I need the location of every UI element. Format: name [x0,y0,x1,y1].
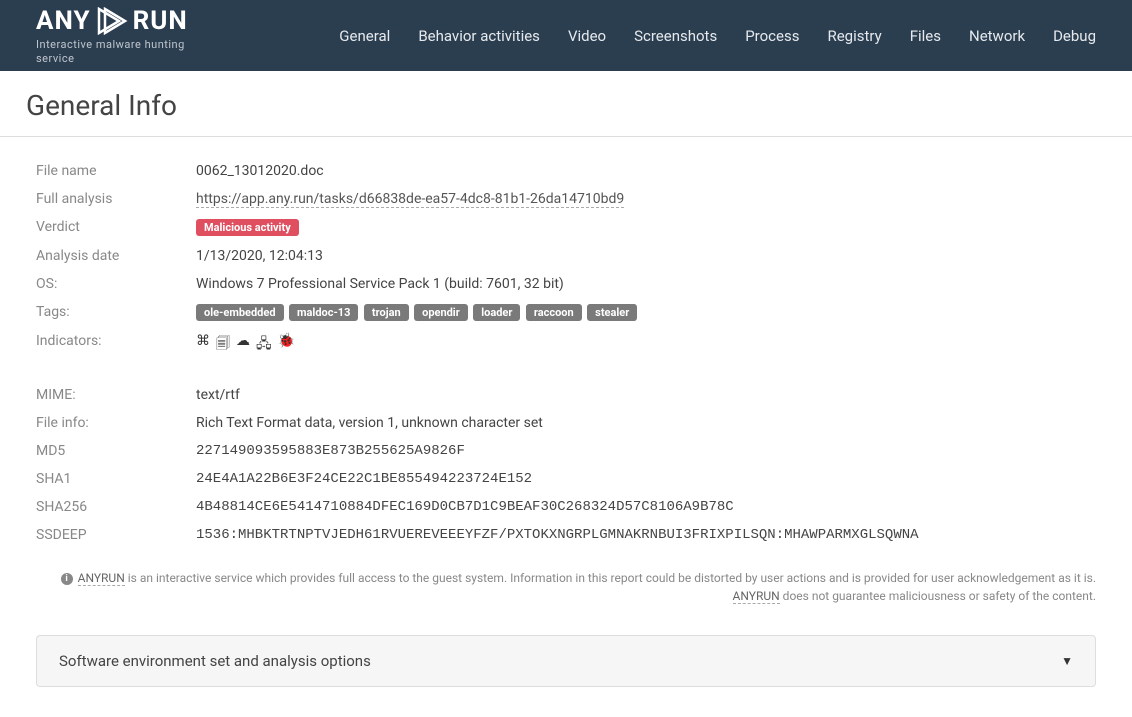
value-sha256: 4B48814CE6E5414710884DFEC169D0CB7D1C9BEA… [196,493,1096,521]
row-sha256: SHA2564B48814CE6E5414710884DFEC169D0CB7D… [36,493,1096,521]
link-full-analysis[interactable]: https://app.any.run/tasks/d66838de-ea57-… [196,191,624,208]
row-analysis-date: Analysis date1/13/2020, 12:04:13 [36,242,1096,270]
disclaimer-brand-1[interactable]: ANYRUN [78,571,125,586]
indicator-bug-icon: 🐞 [278,333,295,357]
label-ssdeep: SSDEEP [36,521,196,549]
accordion-software-env[interactable]: Software environment set and analysis op… [36,635,1096,687]
indicator-icons: ⌘ 🗐 ☁ 🖧 🐞 [196,333,1096,357]
label-indicators: Indicators: [36,327,196,363]
row-mime: MIME:text/rtf [36,381,1096,409]
label-sha1: SHA1 [36,465,196,493]
nav-screenshots[interactable]: Screenshots [634,27,717,45]
disclaimer-text-2: does not guarantee maliciousness or safe… [780,589,1096,603]
row-os: OS:Windows 7 Professional Service Pack 1… [36,270,1096,298]
main-header: ANY RUN Interactive malware hunting serv… [0,0,1132,71]
logo-text-left: ANY [36,6,91,36]
value-md5: 227149093595883E873B255625A9826F [196,437,1096,465]
indicator-cloud-icon: ☁ [236,333,250,357]
value-sha1: 24E4A1A22B6E3F24CE22C1BE855494223724E152 [196,465,1096,493]
row-indicators: Indicators: ⌘ 🗐 ☁ 🖧 🐞 [36,327,1096,363]
nav-video[interactable]: Video [568,27,606,45]
label-mime: MIME: [36,381,196,409]
logo[interactable]: ANY RUN [36,6,206,36]
disclaimer-brand-2[interactable]: ANYRUN [733,589,780,604]
accordion-title: Software environment set and analysis op… [59,652,371,670]
label-file-name: File name [36,157,196,185]
nav-registry[interactable]: Registry [827,27,881,45]
row-ssdeep: SSDEEP1536:MHBKTRTNPTVJEDH61RVUEREVEEEYF… [36,521,1096,549]
tag-item[interactable]: raccoon [526,304,582,321]
row-full-analysis: Full analysishttps://app.any.run/tasks/d… [36,185,1096,213]
info-icon: i [61,573,73,585]
chevron-down-icon: ▼ [1061,654,1073,668]
row-file-name: File name0062_13012020.doc [36,157,1096,185]
info-table: File name0062_13012020.doc Full analysis… [36,157,1096,549]
tag-item[interactable]: loader [473,304,520,321]
label-sha256: SHA256 [36,493,196,521]
row-file-info: File info:Rich Text Format data, version… [36,409,1096,437]
value-tags: ole-embedded maldoc-13 trojan opendir lo… [196,298,1096,327]
label-verdict: Verdict [36,213,196,242]
label-md5: MD5 [36,437,196,465]
play-icon [95,7,129,35]
label-full-analysis: Full analysis [36,185,196,213]
value-ssdeep: 1536:MHBKTRTNPTVJEDH61RVUEREVEEEYFZF/PXT… [196,521,1096,549]
value-mime: text/rtf [196,381,1096,409]
value-os: Windows 7 Professional Service Pack 1 (b… [196,270,1096,298]
disclaimer: i ANYRUN is an interactive service which… [36,569,1096,605]
nav-files[interactable]: Files [910,27,941,45]
row-md5: MD5227149093595883E873B255625A9826F [36,437,1096,465]
row-verdict: VerdictMalicious activity [36,213,1096,242]
logo-text-right: RUN [133,6,188,36]
value-file-info: Rich Text Format data, version 1, unknow… [196,409,1096,437]
tagline: Interactive malware hunting service [36,38,206,64]
label-tags: Tags: [36,298,196,327]
row-tags: Tags: ole-embedded maldoc-13 trojan open… [36,298,1096,327]
nav-network[interactable]: Network [969,27,1025,45]
label-file-info: File info: [36,409,196,437]
tag-item[interactable]: ole-embedded [196,304,284,321]
indicator-network-icon: 🖧 [256,333,272,357]
nav-debug[interactable]: Debug [1053,27,1096,45]
indicator-file-icon: 🗐 [216,333,230,357]
logo-block: ANY RUN Interactive malware hunting serv… [36,6,206,64]
tag-item[interactable]: trojan [364,304,409,321]
label-os: OS: [36,270,196,298]
nav-process[interactable]: Process [745,27,799,45]
value-analysis-date: 1/13/2020, 12:04:13 [196,242,1096,270]
tag-item[interactable]: maldoc-13 [289,304,358,321]
verdict-badge: Malicious activity [196,219,299,236]
label-analysis-date: Analysis date [36,242,196,270]
value-file-name: 0062_13012020.doc [196,157,1096,185]
disclaimer-text-1: is an interactive service which provides… [125,571,1096,585]
indicator-script-icon: ⌘ [196,333,210,357]
content: File name0062_13012020.doc Full analysis… [0,137,1132,687]
nav-behavior[interactable]: Behavior activities [418,27,540,45]
page-title: General Info [0,71,1132,136]
row-sha1: SHA124E4A1A22B6E3F24CE22C1BE855494223724… [36,465,1096,493]
tag-item[interactable]: opendir [414,304,468,321]
tag-item[interactable]: stealer [587,304,637,321]
nav-general[interactable]: General [339,27,390,45]
main-nav: General Behavior activities Video Screen… [339,27,1096,45]
